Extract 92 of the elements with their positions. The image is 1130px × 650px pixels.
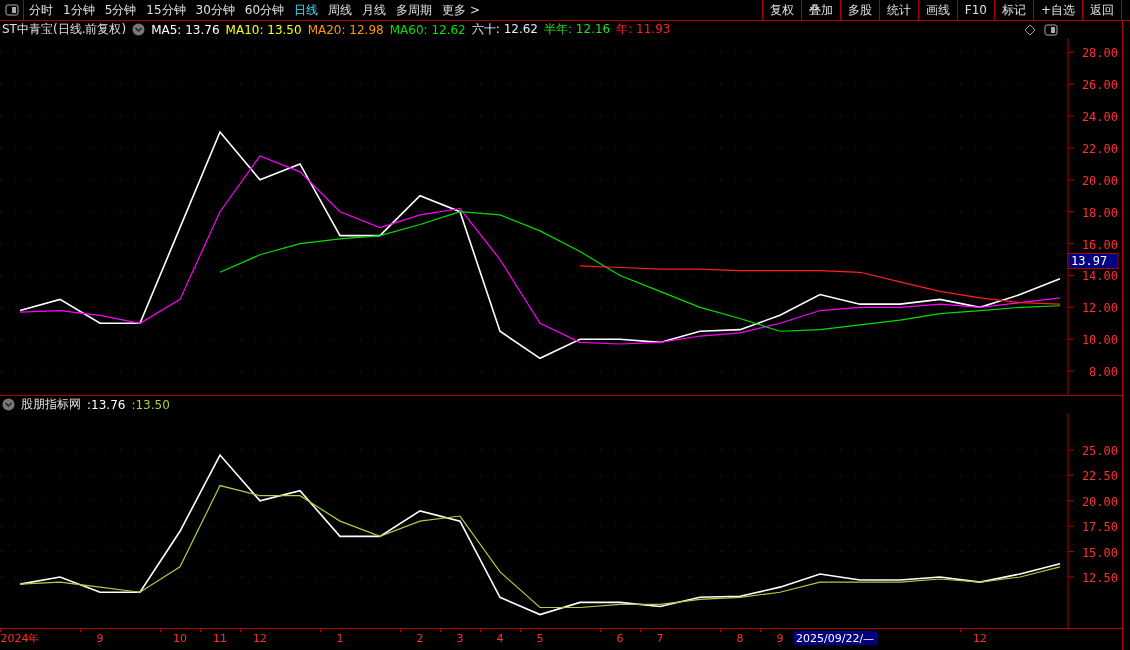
indicator-title: 股朋指标网 [21,396,81,413]
time-axis-label: 9 [760,627,784,645]
period-tab[interactable]: 5分钟 [99,0,142,20]
y-tick-label: 12.50 [1081,570,1118,585]
diamond-icon[interactable] [1024,23,1036,36]
axis-tick-label: 24.00 [1067,110,1118,125]
ma-legend-item: MA5: 13.76 [151,22,220,37]
axis-tick-label: 20.00 [1067,173,1118,188]
axis-tick-label: 16.00 [1067,237,1118,252]
x-tick-label: 3 [456,632,464,645]
y-tick-label: 22.50 [1081,469,1118,484]
more-button[interactable]: 更多 > [437,0,485,20]
time-axis-label: 3 [440,627,464,645]
time-axis-label: 12 [960,627,987,645]
time-axis-label: 2024年 [0,627,40,645]
x-tick-label: 5 [536,632,544,645]
time-axis-label: 8 [720,627,744,645]
period-tab[interactable]: 周线 [323,0,358,20]
period-tab[interactable]: 多周期 [391,0,438,20]
axis-tick-label: 12.00 [1067,301,1118,316]
y-tick-label: 18.00 [1081,205,1118,220]
y-tick-label: 25.00 [1081,443,1118,458]
x-tick-label: 9 [96,632,104,645]
y-tick-label: 12.00 [1081,301,1118,316]
period-tab[interactable]: 60分钟 [239,0,290,20]
y-tick-label: 8.00 [1089,365,1118,380]
y-tick-label: 20.00 [1081,173,1118,188]
indicator-value: :13.76 [87,397,126,412]
time-axis-label: 7 [640,627,664,645]
dropdown-icon[interactable] [132,23,146,36]
time-axis-label: 9 [80,627,104,645]
time-axis-label: 11 [200,627,227,645]
y-tick-label: 20.00 [1081,494,1118,509]
axis-tick-label: 15.00 [1067,545,1118,560]
time-axis-label: 5 [520,627,544,645]
ma-legend-item: 年: 11.93 [616,21,671,38]
period-tab[interactable]: 月线 [357,0,392,20]
current-price-label: 13.97 [1067,252,1119,269]
x-tick-label: 11 [213,632,227,645]
time-axis-label: 12 [240,627,267,645]
y-tick-label: 22.00 [1081,141,1118,156]
x-tick-label: 2024年 [0,632,40,645]
x-tick-label: 12 [973,632,987,645]
axis-tick-label: 22.00 [1067,141,1118,156]
dropdown-icon[interactable] [2,398,15,411]
stock-title: ST中青宝(日线.前复权) [2,21,127,38]
y-tick-label: 26.00 [1081,78,1118,93]
axis-tick-label: 14.00 [1067,269,1118,284]
indicator-value: :13.50 [131,397,170,412]
x-tick-label: 6 [616,632,624,645]
ma-legend-item: MA60: 12.62 [389,22,466,37]
axis-tick-label: 8.00 [1067,365,1118,380]
period-tab[interactable]: 1分钟 [58,0,100,20]
y-tick-label: 14.00 [1081,269,1118,284]
period-tab[interactable]: 分时 [24,0,58,20]
period-tab[interactable]: 日线 [289,0,324,20]
time-axis-label: 1 [320,627,344,645]
cursor-date-label: 2025/09/22/— [794,631,878,645]
period-tab[interactable]: 15分钟 [141,0,191,20]
ma-legend-item: 六十: 12.62 [471,21,538,38]
axis-tick-label: 20.00 [1067,494,1118,509]
y-tick-label: 28.00 [1081,46,1118,61]
axis-tick-label: 10.00 [1067,333,1118,348]
panel-toggle-icon[interactable] [1044,23,1058,36]
ma-legend-item: 半年: 12.16 [544,21,611,38]
axis-tick-label: 12.50 [1067,571,1118,585]
x-tick-label: 10 [173,632,187,645]
x-tick-label: 12 [253,632,267,645]
ma-legend-item: MA20: 12.98 [307,22,384,37]
axis-tick-label: 26.00 [1067,78,1118,93]
y-tick-label: 10.00 [1081,333,1118,348]
y-tick-label: 16.00 [1081,237,1118,252]
time-axis-label: 10 [160,627,187,645]
x-tick-label: 1 [336,632,344,645]
x-tick-label: 7 [656,632,664,645]
axis-tick-label: 22.50 [1067,469,1118,484]
x-tick-label: 9 [776,632,784,645]
ma-legend-item: MA10: 13.50 [225,22,302,37]
axis-tick-label: 17.50 [1067,520,1118,535]
axis-tick-label: 28.00 [1067,46,1118,61]
x-tick-label: 2 [416,632,424,645]
y-tick-label: 15.00 [1081,545,1118,560]
x-tick-label: 8 [736,632,744,645]
time-axis-label: 4 [480,627,504,645]
y-tick-label: 17.50 [1081,520,1118,535]
time-axis-label: 6 [600,627,624,645]
axis-tick-label: 18.00 [1067,205,1118,220]
x-tick-label: 4 [496,632,504,645]
time-axis-label: 2 [400,627,424,645]
period-tab[interactable]: 30分钟 [190,0,240,20]
axis-tick-label: 25.00 [1067,444,1118,458]
y-tick-label: 24.00 [1081,110,1118,125]
